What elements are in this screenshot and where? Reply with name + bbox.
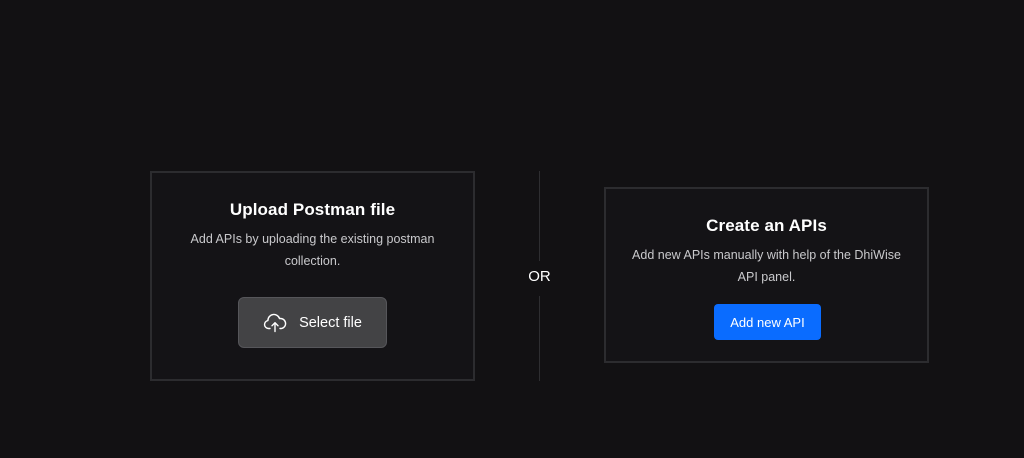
- upload-card-description: Add APIs by uploading the existing postm…: [190, 232, 435, 268]
- create-card-description: Add new APIs manually with help of the D…: [632, 248, 901, 284]
- select-file-button[interactable]: Select file: [238, 297, 387, 348]
- upload-postman-card: Upload Postman file Add APIs by uploadin…: [150, 171, 475, 381]
- select-file-label: Select file: [299, 314, 362, 331]
- vertical-divider-top: [539, 171, 540, 261]
- vertical-divider-bottom: [539, 296, 540, 381]
- create-api-card: Create an APIs Add new APIs manually wit…: [604, 187, 929, 363]
- add-new-api-button[interactable]: Add new API: [714, 304, 821, 340]
- cloud-upload-icon: [263, 313, 287, 333]
- create-card-title: Create an APIs: [706, 216, 827, 235]
- upload-card-title: Upload Postman file: [229, 200, 396, 219]
- or-separator: OR: [528, 268, 551, 285]
